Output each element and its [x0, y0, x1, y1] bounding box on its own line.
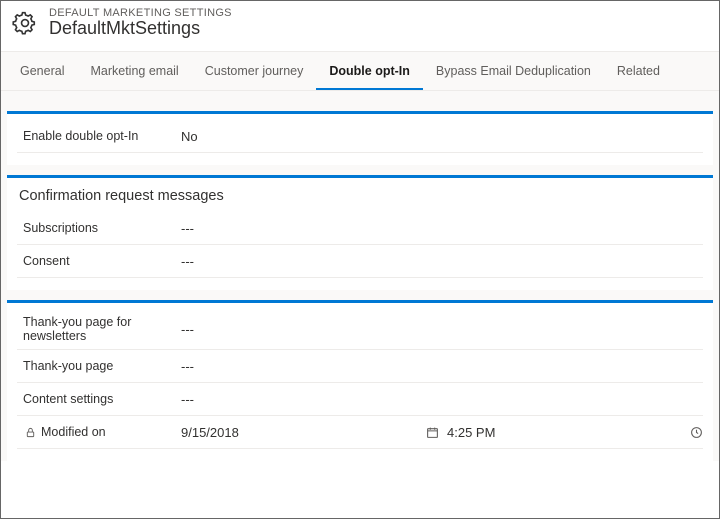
calendar-icon [425, 425, 439, 439]
field-subscriptions[interactable]: Subscriptions --- [17, 212, 703, 245]
modified-date-value: 9/15/2018 [181, 425, 239, 440]
section-confirmation-messages: Confirmation request messages Subscripti… [7, 175, 713, 290]
page-header: DEFAULT MARKETING SETTINGS DefaultMktSet… [1, 1, 719, 51]
field-enable-double-opt-in[interactable]: Enable double opt-In No [17, 120, 703, 153]
field-value: --- [167, 254, 703, 269]
clock-icon [689, 425, 703, 439]
field-value: --- [167, 322, 703, 337]
lock-icon [23, 425, 37, 439]
field-thank-you-newsletters[interactable]: Thank-you page for newsletters --- [17, 309, 703, 350]
field-label: Subscriptions [17, 221, 167, 235]
field-consent[interactable]: Consent --- [17, 245, 703, 278]
gear-icon [11, 9, 39, 37]
field-label: Consent [17, 254, 167, 268]
field-modified-on: Modified on 9/15/2018 4:25 PM [17, 416, 703, 449]
field-label: Modified on [17, 425, 167, 439]
tab-bypass-email-dedup[interactable]: Bypass Email Deduplication [423, 52, 604, 90]
section-pages: Thank-you page for newsletters --- Thank… [7, 300, 713, 461]
tab-related[interactable]: Related [604, 52, 673, 90]
field-content-settings[interactable]: Content settings --- [17, 383, 703, 416]
field-value: --- [167, 221, 703, 236]
field-value: --- [167, 359, 703, 374]
field-label-text: Modified on [41, 425, 106, 439]
tab-customer-journey[interactable]: Customer journey [192, 52, 317, 90]
section-title: Confirmation request messages [17, 184, 703, 212]
tab-double-opt-in[interactable]: Double opt-In [316, 52, 423, 90]
field-label: Content settings [17, 392, 167, 406]
section-double-opt-in: Enable double opt-In No [7, 111, 713, 165]
tab-bar: GeneralMarketing emailCustomer journeyDo… [1, 51, 719, 91]
field-label: Thank-you page [17, 359, 167, 373]
field-label: Thank-you page for newsletters [17, 315, 167, 343]
tab-marketing-email[interactable]: Marketing email [77, 52, 191, 90]
tab-general[interactable]: General [7, 52, 77, 90]
field-value: No [167, 129, 703, 144]
page-title: DefaultMktSettings [49, 18, 232, 39]
field-label: Enable double opt-In [17, 129, 167, 143]
modified-time-value: 4:25 PM [447, 425, 495, 440]
field-value: --- [167, 392, 703, 407]
field-thank-you-page[interactable]: Thank-you page --- [17, 350, 703, 383]
